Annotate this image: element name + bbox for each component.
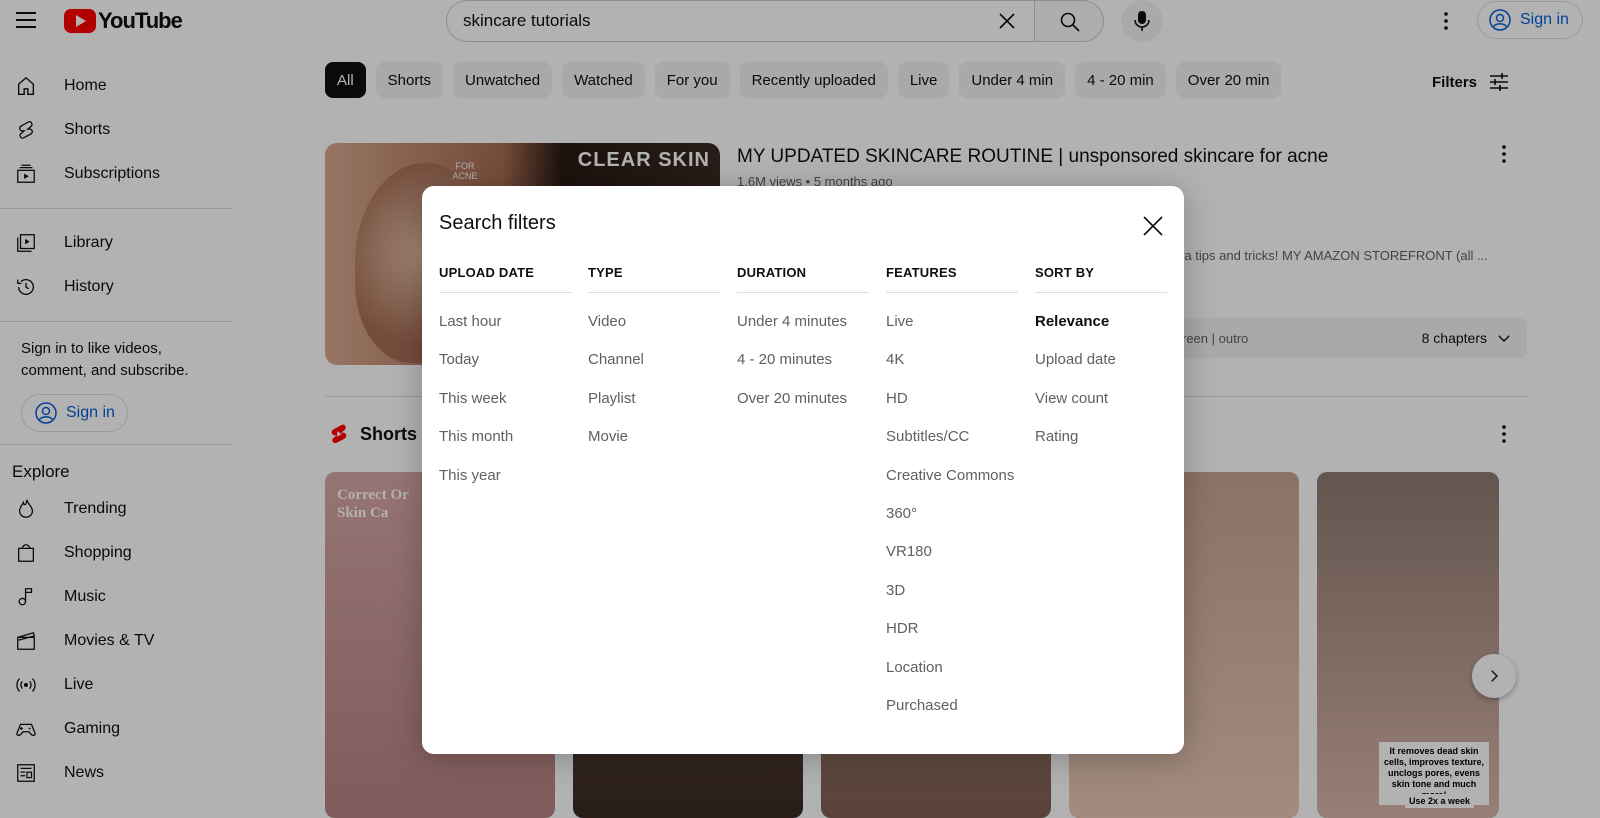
filter-option[interactable]: This week [439,390,571,428]
filter-option[interactable]: Movie [588,428,720,466]
column-heading: DURATION [737,265,807,280]
filter-option[interactable]: Purchased [886,697,1018,735]
dialog-title: Search filters [439,212,556,234]
filter-option[interactable]: Under 4 minutes [737,313,869,351]
filter-option[interactable]: This year [439,467,571,505]
filter-column-sort-by: SORT BY Relevance Upload date View count… [1035,266,1167,467]
column-heading: TYPE [588,265,623,280]
filter-option[interactable]: 4K [886,351,1018,389]
search-filters-dialog: Search filters UPLOAD DATE Last hour Tod… [422,186,1184,754]
filter-option[interactable]: Creative Commons [886,467,1018,505]
filter-option[interactable]: Video [588,313,720,351]
filter-option[interactable]: Location [886,659,1018,697]
filter-option[interactable]: Channel [588,351,720,389]
column-divider [439,292,571,293]
filter-option[interactable]: Last hour [439,313,571,351]
filter-option[interactable]: Over 20 minutes [737,390,869,428]
filter-option[interactable]: Subtitles/CC [886,428,1018,466]
filter-option[interactable]: HDR [886,620,1018,658]
filter-option[interactable]: Live [886,313,1018,351]
filter-column-upload-date: UPLOAD DATE Last hour Today This week Th… [439,266,571,505]
filter-column-features: FEATURES Live 4K HD Subtitles/CC Creativ… [886,266,1018,735]
column-divider [588,292,720,293]
column-heading: SORT BY [1035,265,1095,280]
column-divider [737,292,869,293]
filter-option[interactable]: Playlist [588,390,720,428]
filter-option[interactable]: This month [439,428,571,466]
filter-option[interactable]: 3D [886,582,1018,620]
sort-option[interactable]: View count [1035,390,1167,428]
filter-option[interactable]: HD [886,390,1018,428]
column-divider [1035,292,1167,293]
filter-option[interactable]: VR180 [886,543,1018,581]
sort-option[interactable]: Upload date [1035,351,1167,389]
filter-option[interactable]: 4 - 20 minutes [737,351,869,389]
filter-column-type: TYPE Video Channel Playlist Movie [588,266,720,467]
column-heading: FEATURES [886,265,957,280]
column-divider [886,292,1018,293]
filter-option[interactable]: Today [439,351,571,389]
filter-column-duration: DURATION Under 4 minutes 4 - 20 minutes … [737,266,869,428]
close-icon[interactable] [1141,214,1165,238]
column-heading: UPLOAD DATE [439,265,535,280]
sort-option-selected[interactable]: Relevance [1035,313,1167,351]
filter-option[interactable]: 360° [886,505,1018,543]
sort-option[interactable]: Rating [1035,428,1167,466]
